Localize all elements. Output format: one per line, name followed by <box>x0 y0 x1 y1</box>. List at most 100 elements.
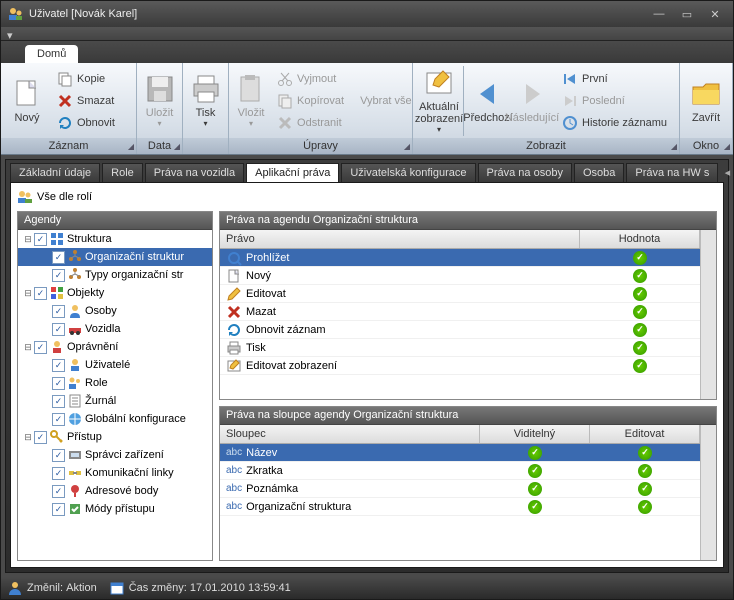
tree-node[interactable]: ✓Organizační struktur <box>18 248 212 266</box>
tree-node[interactable]: ✓Komunikační linky <box>18 464 212 482</box>
refresh-icon <box>57 115 73 131</box>
tree-checkbox[interactable]: ✓ <box>52 377 65 390</box>
tree-node[interactable]: ✓Globální konfigurace <box>18 410 212 428</box>
minimize-button[interactable]: — <box>647 6 671 22</box>
tree-checkbox[interactable]: ✓ <box>52 413 65 426</box>
detail-tab[interactable]: Uživatelská konfigurace <box>341 163 475 182</box>
struct-icon <box>49 231 65 247</box>
tree-node[interactable]: ⊟✓Přístup <box>18 428 212 446</box>
tab-scroll-left[interactable]: ◂ <box>720 166 734 179</box>
last-button[interactable]: Poslední <box>558 90 671 112</box>
table-row[interactable]: Nový✓ <box>220 267 700 285</box>
tree-node[interactable]: ✓Správci zařízení <box>18 446 212 464</box>
tree-checkbox[interactable]: ✓ <box>34 233 47 246</box>
copy-icon <box>57 71 73 87</box>
tree-node[interactable]: ⊟✓Objekty <box>18 284 212 302</box>
grid2-body[interactable]: abcNázev✓✓abcZkratka✓✓abcPoznámka✓✓abcOr… <box>220 444 700 560</box>
tree-node[interactable]: ⊟✓Oprávnění <box>18 338 212 356</box>
tree-checkbox[interactable]: ✓ <box>52 269 65 282</box>
table-row[interactable]: Editovat zobrazení✓ <box>220 357 700 375</box>
user-icon <box>67 357 83 373</box>
tree-node[interactable]: ✓Žurnál <box>18 392 212 410</box>
maximize-button[interactable]: ▭ <box>675 6 699 22</box>
tree-checkbox[interactable]: ✓ <box>52 251 65 264</box>
agenda-tree[interactable]: ⊟✓Struktura✓Organizační struktur✓Typy or… <box>18 230 212 560</box>
table-row[interactable]: Mazat✓ <box>220 303 700 321</box>
detail-tab[interactable]: Osoba <box>574 163 624 182</box>
print-icon <box>190 73 222 105</box>
ribbon-tab-home[interactable]: Domů <box>25 45 78 63</box>
tree-checkbox[interactable]: ✓ <box>52 467 65 480</box>
tree-node[interactable]: ✓Módy přístupu <box>18 500 212 518</box>
currentview-icon <box>423 67 455 99</box>
detail-tab[interactable]: Práva na HW s <box>626 163 718 182</box>
detail-tab[interactable]: Aplikační práva <box>246 163 339 182</box>
table-row[interactable]: Prohlížet✓ <box>220 249 700 267</box>
tree-twisty[interactable]: ⊟ <box>22 234 34 245</box>
tree-checkbox[interactable]: ✓ <box>34 431 47 444</box>
tree-checkbox[interactable]: ✓ <box>52 359 65 372</box>
prev-button[interactable]: Předchozí <box>466 76 510 126</box>
delete-button[interactable]: Smazat <box>53 90 119 112</box>
table-row[interactable]: abcZkratka✓✓ <box>220 462 700 480</box>
tree-node[interactable]: ✓Osoby <box>18 302 212 320</box>
quickaccess-bar: ▾ <box>1 27 733 41</box>
tree-node[interactable]: ✓Role <box>18 374 212 392</box>
closewin-button[interactable]: Zavřít <box>684 76 728 126</box>
status-bar: Změnil: Aktion Čas změny: 17.01.2010 13:… <box>1 577 733 599</box>
close-button[interactable]: ✕ <box>703 6 727 22</box>
tree-node[interactable]: ✓Vozidla <box>18 320 212 338</box>
tree-checkbox[interactable]: ✓ <box>34 341 47 354</box>
detail-tab[interactable]: Základní údaje <box>10 163 100 182</box>
history-icon <box>562 115 578 131</box>
table-row[interactable]: abcPoznámka✓✓ <box>220 480 700 498</box>
tree-node[interactable]: ✓Typy organizační str <box>18 266 212 284</box>
table-row[interactable]: Obnovit záznam✓ <box>220 321 700 339</box>
grid1-body[interactable]: Prohlížet✓Nový✓Editovat✓Mazat✓Obnovit zá… <box>220 249 700 399</box>
refresh-button[interactable]: Obnovit <box>53 112 119 134</box>
print-button[interactable]: Tisk▾ <box>187 71 224 130</box>
selectall-button[interactable]: Vybrat vše <box>356 90 416 112</box>
currentview-button[interactable]: Aktuální zobrazení▾ <box>417 65 461 136</box>
tree-checkbox[interactable]: ✓ <box>34 287 47 300</box>
copy-button[interactable]: Kopie <box>53 68 119 90</box>
scrollbar[interactable] <box>700 230 716 399</box>
cut-button[interactable]: Vyjmout <box>273 68 348 90</box>
tree-node[interactable]: ✓Uživatelé <box>18 356 212 374</box>
tree-twisty[interactable]: ⊟ <box>22 342 34 353</box>
first-button[interactable]: První <box>558 68 671 90</box>
tree-checkbox[interactable]: ✓ <box>52 449 65 462</box>
next-button[interactable]: Následující <box>510 76 554 126</box>
scrollbar[interactable] <box>700 425 716 560</box>
role-icon <box>67 375 83 391</box>
table-row[interactable]: Tisk✓ <box>220 339 700 357</box>
remove-button[interactable]: Odstranit <box>273 112 348 134</box>
tree-checkbox[interactable]: ✓ <box>52 305 65 318</box>
table-row[interactable]: abcNázev✓✓ <box>220 444 700 462</box>
history-button[interactable]: Historie záznamu <box>558 112 671 134</box>
tree-twisty[interactable]: ⊟ <box>22 288 34 299</box>
new-button[interactable]: Nový <box>5 76 49 126</box>
tree-checkbox[interactable]: ✓ <box>52 503 65 516</box>
next-icon <box>516 78 548 110</box>
tree-node[interactable]: ⊟✓Struktura <box>18 230 212 248</box>
detail-tab[interactable]: Práva na vozidla <box>145 163 244 182</box>
save-button[interactable]: Uložit▾ <box>141 71 178 130</box>
tree-twisty[interactable]: ⊟ <box>22 432 34 443</box>
detail-tab[interactable]: Role <box>102 163 143 182</box>
quickaccess-dropdown[interactable]: ▾ <box>7 29 17 39</box>
tree-checkbox[interactable]: ✓ <box>52 485 65 498</box>
table-row[interactable]: abcOrganizační struktura✓✓ <box>220 498 700 516</box>
paste-button[interactable]: Vložit▾ <box>233 71 269 130</box>
car-icon <box>67 321 83 337</box>
last-icon <box>562 93 578 109</box>
table-row[interactable]: Editovat✓ <box>220 285 700 303</box>
window-title: Uživatel [Novák Karel] <box>29 8 137 20</box>
tree-checkbox[interactable]: ✓ <box>52 323 65 336</box>
tree-node[interactable]: ✓Adresové body <box>18 482 212 500</box>
mode-icon <box>67 501 83 517</box>
app-icon <box>7 6 23 22</box>
tree-checkbox[interactable]: ✓ <box>52 395 65 408</box>
copy2-button[interactable]: Kopírovat <box>273 90 348 112</box>
detail-tab[interactable]: Práva na osoby <box>478 163 572 182</box>
